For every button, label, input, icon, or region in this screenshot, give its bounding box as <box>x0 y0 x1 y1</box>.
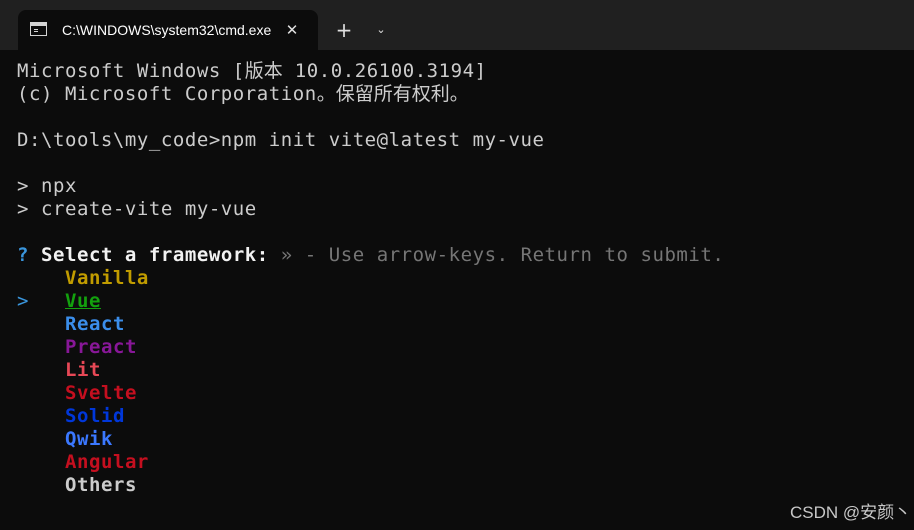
option-qwik[interactable]: Qwik <box>65 428 113 450</box>
terminal-output[interactable]: Microsoft Windows [版本 10.0.26100.3194] (… <box>0 50 914 530</box>
framework-option-selected[interactable]: > Vue <box>17 290 101 313</box>
framework-prompt-line: ? Select a framework: » - Use arrow-keys… <box>17 244 724 267</box>
framework-option[interactable]: Qwik <box>17 428 113 451</box>
option-react[interactable]: React <box>65 313 125 335</box>
npx-output-line: > npx <box>17 175 77 197</box>
prompt-question: Select a framework: <box>41 244 269 266</box>
question-mark: ? <box>17 244 29 266</box>
option-others[interactable]: Others <box>65 474 137 496</box>
close-tab-icon[interactable]: ✕ <box>282 20 302 40</box>
framework-option[interactable]: React <box>17 313 125 336</box>
terminal-tab[interactable]: C:\WINDOWS\system32\cmd.exe ✕ <box>18 10 318 50</box>
option-lit[interactable]: Lit <box>65 359 101 381</box>
option-solid[interactable]: Solid <box>65 405 125 427</box>
framework-option[interactable]: Angular <box>17 451 149 474</box>
option-vue[interactable]: Vue <box>65 290 101 312</box>
framework-option[interactable]: Solid <box>17 405 125 428</box>
framework-option[interactable]: Others <box>17 474 137 497</box>
framework-option[interactable]: Preact <box>17 336 137 359</box>
csdn-watermark: CSDN @安颜丶 <box>790 503 912 522</box>
tab-title: C:\WINDOWS\system32\cmd.exe <box>62 22 272 38</box>
window-titlebar: C:\WINDOWS\system32\cmd.exe ✕ + ⌄ <box>0 0 914 50</box>
framework-option[interactable]: Svelte <box>17 382 137 405</box>
create-vite-output-line: > create-vite my-vue <box>17 198 257 220</box>
option-vanilla[interactable]: Vanilla <box>65 267 149 289</box>
new-tab-button[interactable]: + <box>334 19 354 41</box>
option-angular[interactable]: Angular <box>65 451 149 473</box>
selection-cursor: > <box>17 290 29 312</box>
option-svelte[interactable]: Svelte <box>65 382 137 404</box>
option-preact[interactable]: Preact <box>65 336 137 358</box>
banner-copyright-line: (c) Microsoft Corporation。保留所有权利。 <box>17 83 469 105</box>
framework-option[interactable]: Lit <box>17 359 101 382</box>
console-icon <box>30 22 47 36</box>
tab-dropdown-button[interactable]: ⌄ <box>371 19 391 41</box>
prompt-hint: » - Use arrow-keys. Return to submit. <box>280 244 725 266</box>
command-line: D:\tools\my_code>npm init vite@latest my… <box>17 129 545 151</box>
banner-version-line: Microsoft Windows [版本 10.0.26100.3194] <box>17 60 487 82</box>
framework-option[interactable]: Vanilla <box>17 267 149 290</box>
